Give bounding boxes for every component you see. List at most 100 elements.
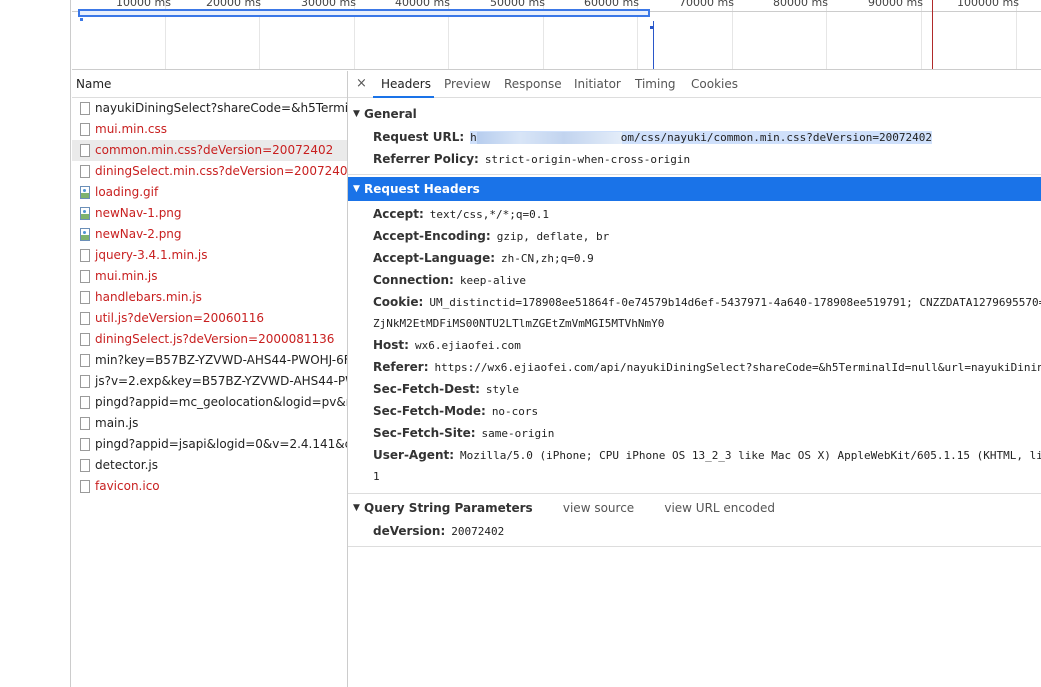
request-rows: nayukiDiningSelect?shareCode=&h5Terminal… — [72, 98, 347, 497]
timeline-selection[interactable] — [78, 9, 650, 17]
request-headers-section-header[interactable]: ▼ Request Headers — [348, 177, 1041, 201]
request-row[interactable]: pingd?appid=jsapi&logid=0&v=2.4.141&c=..… — [72, 434, 347, 455]
header-value-continuation: ZjNkM2EtMDFiMS00NTU2LTlmZGEtZmVmMGI5MTVh… — [373, 317, 665, 330]
tab-cookies[interactable]: Cookies — [691, 77, 738, 91]
request-header-row: Cookie: UM_distinctid=178908ee51864f-0e74… — [348, 291, 1041, 313]
request-name: js?v=2.exp&key=B57BZ-YZVWD-AHS44-PW... — [95, 374, 347, 388]
request-row[interactable]: loading.gif — [72, 182, 347, 203]
request-row[interactable]: handlebars.min.js — [72, 287, 347, 308]
request-row[interactable]: common.min.css?deVersion=20072402 — [72, 140, 347, 161]
section-divider — [348, 174, 1041, 175]
request-list: Name nayukiDiningSelect?shareCode=&h5Ter… — [72, 71, 348, 687]
request-name: util.js?deVersion=20060116 — [95, 311, 265, 325]
header-value: text/css,*/*;q=0.1 — [429, 208, 549, 221]
document-icon — [80, 270, 90, 283]
request-row[interactable]: diningSelect.js?deVersion=2000081136 — [72, 329, 347, 350]
load-event-line — [932, 0, 933, 69]
tab-headers[interactable]: Headers — [381, 77, 431, 91]
document-icon — [80, 144, 90, 157]
document-icon — [80, 291, 90, 304]
triangle-down-icon: ▼ — [353, 503, 360, 513]
referrer-policy-key: Referrer Policy: — [373, 152, 479, 166]
header-value: Mozilla/5.0 (iPhone; CPU iPhone OS 13_2_… — [460, 449, 1041, 462]
referrer-policy-value: strict-origin-when-cross-origin — [484, 153, 691, 166]
header-key: Referer: — [373, 360, 429, 374]
general-section-header[interactable]: ▼ General — [348, 102, 1041, 126]
request-name: common.min.css?deVersion=20072402 — [95, 143, 334, 157]
document-icon — [80, 123, 90, 136]
image-icon — [80, 186, 90, 199]
request-name: diningSelect.min.css?deVersion=20072409 — [95, 164, 347, 178]
tab-timing[interactable]: Timing — [635, 77, 676, 91]
query-string-title: Query String Parameters — [364, 501, 533, 515]
request-url-value[interactable]: h om/css/nayuki/common.min.css?deVersion=… — [470, 131, 933, 144]
tab-initiator[interactable]: Initiator — [574, 77, 621, 91]
request-row[interactable]: mui.min.js — [72, 266, 347, 287]
request-header-list: Accept: text/css,*/*;q=0.1 Accept-Encoding… — [348, 203, 1041, 487]
request-row[interactable]: pingd?appid=mc_geolocation&logid=pv&re..… — [72, 392, 347, 413]
request-name: loading.gif — [95, 185, 159, 199]
header-key: Accept-Encoding: — [373, 229, 491, 243]
request-url-key: Request URL: — [373, 130, 465, 144]
redacted-host — [476, 132, 622, 144]
dom-content-loaded-line — [653, 21, 654, 69]
request-row[interactable]: js?v=2.exp&key=B57BZ-YZVWD-AHS44-PW... — [72, 371, 347, 392]
request-row[interactable]: util.js?deVersion=20060116 — [72, 308, 347, 329]
request-row[interactable]: min?key=B57BZ-YZVWD-AHS44-PWOHJ-6F... — [72, 350, 347, 371]
image-icon — [80, 228, 90, 241]
header-key: Sec-Fetch-Site: — [373, 426, 476, 440]
request-row[interactable]: nayukiDiningSelect?shareCode=&h5Terminal… — [72, 98, 347, 119]
request-name: min?key=B57BZ-YZVWD-AHS44-PWOHJ-6F... — [95, 353, 347, 367]
referrer-policy-row: Referrer Policy: strict-origin-when-cross… — [348, 148, 1041, 170]
header-value: keep-alive — [459, 274, 527, 287]
view-url-encoded-link[interactable]: view URL encoded — [664, 501, 775, 515]
document-icon — [80, 438, 90, 451]
section-divider — [348, 493, 1041, 494]
request-row[interactable]: main.js — [72, 413, 347, 434]
document-icon — [80, 396, 90, 409]
document-icon — [80, 333, 90, 346]
request-header-row: Referer: https://wx6.ejiaofei.com/api/nay… — [348, 356, 1041, 378]
request-row[interactable]: diningSelect.min.css?deVersion=20072409 — [72, 161, 347, 182]
request-row[interactable]: newNav-2.png — [72, 224, 347, 245]
request-row[interactable]: mui.min.css — [72, 119, 347, 140]
request-name: favicon.ico — [95, 479, 160, 493]
request-row[interactable]: jquery-3.4.1.min.js — [72, 245, 347, 266]
document-icon — [80, 417, 90, 430]
request-detail-pane: × Headers Preview Response Initiator Tim… — [348, 71, 1041, 687]
header-key: Cookie: — [373, 295, 424, 309]
triangle-down-icon: ▼ — [353, 109, 360, 119]
request-name: pingd?appid=mc_geolocation&logid=pv&re..… — [95, 395, 347, 409]
request-row[interactable]: favicon.ico — [72, 476, 347, 497]
request-row[interactable]: detector.js — [72, 455, 347, 476]
request-header-row: Sec-Fetch-Site: same-origin — [348, 422, 1041, 444]
triangle-down-icon: ▼ — [353, 184, 360, 194]
left-gutter — [0, 0, 71, 687]
network-overview[interactable]: 10000 ms 20000 ms 30000 ms 40000 ms 5000… — [72, 0, 1041, 70]
request-name: detector.js — [95, 458, 158, 472]
request-header-row: Sec-Fetch-Dest: style — [348, 378, 1041, 400]
close-icon[interactable]: × — [356, 76, 367, 91]
header-key: Host: — [373, 338, 409, 352]
request-url-prefix: h — [470, 131, 477, 144]
request-header-row: Sec-Fetch-Mode: no-cors — [348, 400, 1041, 422]
header-value: same-origin — [481, 427, 555, 440]
document-icon — [80, 459, 90, 472]
query-string-section-header[interactable]: ▼ Query String Parameters view source vi… — [348, 496, 1041, 520]
header-key: User-Agent: — [373, 448, 455, 462]
request-headers-title: Request Headers — [364, 182, 480, 196]
name-column-header[interactable]: Name — [72, 71, 347, 98]
header-key: Accept: — [373, 207, 424, 221]
document-icon — [80, 354, 90, 367]
request-header-row: User-Agent: Mozilla/5.0 (iPhone; CPU iPho… — [348, 444, 1041, 466]
view-source-link[interactable]: view source — [563, 501, 634, 515]
request-row[interactable]: newNav-1.png — [72, 203, 347, 224]
document-icon — [80, 249, 90, 262]
request-header-row: Accept-Language: zh-CN,zh;q=0.9 — [348, 247, 1041, 269]
header-key: Sec-Fetch-Mode: — [373, 404, 486, 418]
tab-preview[interactable]: Preview — [444, 77, 491, 91]
document-icon — [80, 312, 90, 325]
header-value: https://wx6.ejiaofei.com/api/nayukiDinin… — [434, 361, 1041, 374]
request-url-row: Request URL: h om/css/nayuki/common.min.cs… — [348, 126, 1041, 148]
tab-response[interactable]: Response — [504, 77, 562, 91]
